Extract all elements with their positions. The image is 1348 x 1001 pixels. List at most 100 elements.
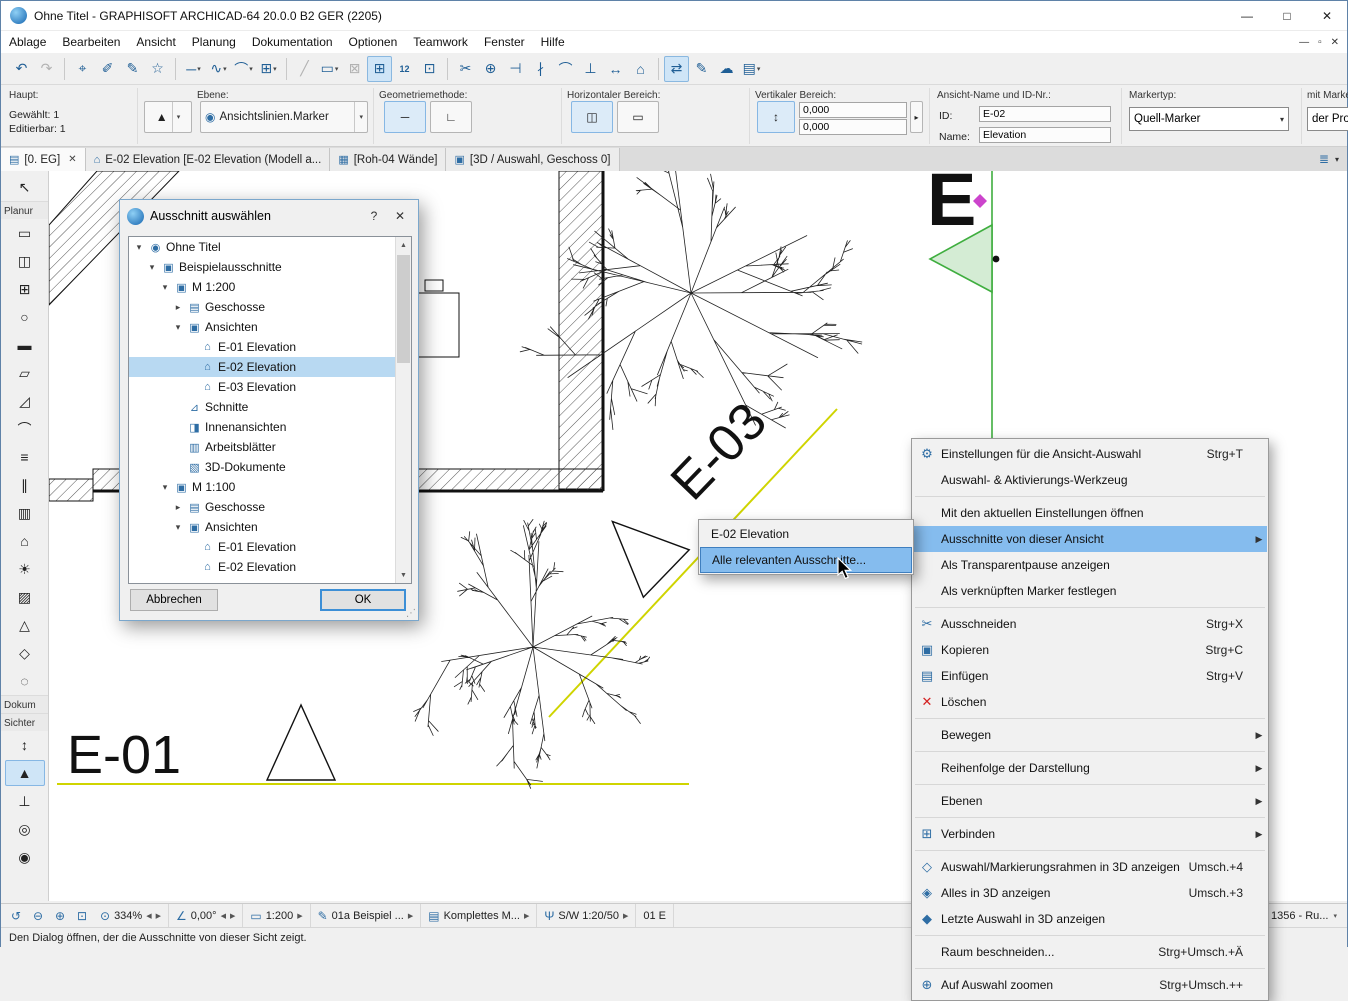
context-menu-item[interactable]: ⚙Einstellungen für die Ansicht-AuswahlSt… xyxy=(913,441,1267,467)
vertical-range-top-input[interactable] xyxy=(799,102,907,118)
roof-tools-button[interactable]: ⌂ xyxy=(628,56,653,82)
geometry-method-straight-button[interactable]: ─ xyxy=(384,101,426,133)
tree-item[interactable]: ▾▣Ansichten xyxy=(129,317,411,337)
maximize-button[interactable]: □ xyxy=(1267,1,1307,30)
section-marker-tool[interactable]: ⊥ xyxy=(5,788,45,814)
marquee-select-button[interactable]: ⌖ xyxy=(70,56,95,82)
context-menu-item[interactable]: Als Transparentpause anzeigen xyxy=(913,552,1267,578)
tree-expander-icon[interactable]: ▾ xyxy=(159,482,171,493)
resize-grip[interactable]: ⋰ xyxy=(406,608,416,619)
spline-options-button[interactable]: ⌒▾ xyxy=(231,56,256,82)
tab-item[interactable]: ▤[0. EG]✕ xyxy=(1,148,86,171)
marker-handle-dot[interactable] xyxy=(993,256,1000,263)
wall-tool[interactable]: ▭ xyxy=(5,220,45,246)
menu-fenster[interactable]: Fenster xyxy=(476,31,533,53)
morph-tool[interactable]: ◇ xyxy=(5,640,45,666)
redo-button[interactable]: ↷ xyxy=(34,56,59,82)
inject-parameters-button[interactable]: ✎ xyxy=(120,56,145,82)
annotate-button[interactable]: ✎ xyxy=(689,56,714,82)
submenu-item[interactable]: Alle relevanten Ausschnitte... xyxy=(700,547,912,573)
mesh-tool[interactable]: △ xyxy=(5,612,45,638)
polyline-options-button[interactable]: ∿▾ xyxy=(206,56,231,82)
scrollbar-thumb[interactable] xyxy=(397,255,410,363)
tree-item[interactable]: ⊿Schnitte xyxy=(129,397,411,417)
tree-item[interactable]: ⌂E-01 Elevation xyxy=(129,537,411,557)
context-menu-item[interactable]: Als verknüpften Marker festlegen xyxy=(913,578,1267,604)
split-tool-button[interactable]: ∤ xyxy=(528,56,553,82)
tab-item[interactable]: ▣[3D / Auswahl, Geschoss 0] xyxy=(446,148,619,171)
minimize-button[interactable]: — xyxy=(1227,1,1267,30)
context-menu-item[interactable]: ▤EinfügenStrg+V xyxy=(913,663,1267,689)
menu-hilfe[interactable]: Hilfe xyxy=(533,31,573,53)
door-tool[interactable]: ◫ xyxy=(5,248,45,274)
context-menu-item[interactable]: ◇Auswahl/Markierungsrahmen in 3D anzeige… xyxy=(913,854,1267,880)
tree-item[interactable]: ⌂E-02 Elevation xyxy=(129,557,411,577)
cloud-sync-button[interactable]: ☁ xyxy=(714,56,739,82)
zoom-in-icon[interactable]: ⊕ xyxy=(49,906,71,926)
menu-teamwork[interactable]: Teamwork xyxy=(405,31,476,53)
marker-ref-select[interactable]: der Pro xyxy=(1307,107,1348,131)
fillet-tool-button[interactable]: ⌒ xyxy=(553,56,578,82)
menu-dokumentation[interactable]: Dokumentation xyxy=(244,31,341,53)
tree-item[interactable]: ▾▣M 1:200 xyxy=(129,277,411,297)
tree-item[interactable]: ▧3D-Dokumente xyxy=(129,457,411,477)
tree-expander-icon[interactable]: ▸ xyxy=(172,502,184,513)
context-menu-item[interactable]: ✂AusschneidenStrg+X xyxy=(913,611,1267,637)
horizontal-range-infinite-button[interactable]: ▭ xyxy=(617,101,659,133)
tab-item[interactable]: ▦[Roh-04 Wände] xyxy=(330,148,446,171)
doc-minimize-icon[interactable]: — xyxy=(1299,37,1309,48)
stair-tool[interactable]: ≡ xyxy=(5,444,45,470)
vertical-range-button[interactable]: ↕ xyxy=(757,101,795,133)
scale-control[interactable]: ▭1:200▶ xyxy=(243,904,310,927)
column-tool[interactable]: ○ xyxy=(5,304,45,330)
context-menu-item[interactable]: ⊞Verbinden▶ xyxy=(913,821,1267,847)
grid-options-button[interactable]: ⊞▾ xyxy=(256,56,281,82)
doc-close-icon[interactable]: ✕ xyxy=(1331,37,1339,48)
element-lock-button[interactable]: ⊠ xyxy=(342,56,367,82)
context-menu-item[interactable]: Mit den aktuellen Einstellungen öffnen xyxy=(913,500,1267,526)
marker-type-select[interactable]: Quell-Marker ▾ xyxy=(1129,107,1289,131)
elevation-marker-e01[interactable] xyxy=(267,705,335,780)
undo-button[interactable]: ↶ xyxy=(9,56,34,82)
tree-expander-icon[interactable]: ▾ xyxy=(172,522,184,533)
zoom-out-icon[interactable]: ⊖ xyxy=(27,906,49,926)
context-menu-item[interactable]: Ebenen▶ xyxy=(913,788,1267,814)
dimension-style-control[interactable]: 01 E xyxy=(636,904,674,927)
context-menu-item[interactable]: ◆Letzte Auswahl in 3D anzeigen xyxy=(913,906,1267,932)
vertical-range-spin-button[interactable]: ▸ xyxy=(910,101,923,133)
scroll-up-icon[interactable]: ▲ xyxy=(396,237,411,253)
vertical-range-bottom-input[interactable] xyxy=(799,119,907,135)
zoom-marker-tool[interactable]: ↕ xyxy=(5,732,45,758)
zone-tool[interactable]: ▨ xyxy=(5,584,45,610)
menu-ablage[interactable]: Ablage xyxy=(1,31,54,53)
geometry-method-broken-button[interactable]: ∟ xyxy=(430,101,472,133)
tree-item[interactable]: ▾▣M 1:100 xyxy=(129,477,411,497)
view-id-input[interactable] xyxy=(979,106,1111,122)
dimension-units-button[interactable]: 12 xyxy=(392,56,417,82)
menu-planung[interactable]: Planung xyxy=(184,31,244,53)
context-menu-item[interactable]: Raum beschneiden...Strg+Umsch.+Ä xyxy=(913,939,1267,965)
tree-item[interactable]: ◨Innenansichten xyxy=(129,417,411,437)
tree-item[interactable]: ▸▤Geschosse xyxy=(129,497,411,517)
beam-tool[interactable]: ▬ xyxy=(5,332,45,358)
tree-expander-icon[interactable]: ▸ xyxy=(172,302,184,313)
tree-expander-icon[interactable]: ▾ xyxy=(172,322,184,333)
submenu-item[interactable]: E-02 Elevation xyxy=(700,521,912,547)
shape-options-button[interactable]: ▭▾ xyxy=(317,56,342,82)
tab-close-icon[interactable]: ✕ xyxy=(68,154,76,165)
tree-item[interactable]: ▾▣Ansichten xyxy=(129,517,411,537)
detail-marker-tool[interactable]: ◎ xyxy=(5,816,45,842)
pick-up-parameters-button[interactable]: ✐ xyxy=(95,56,120,82)
opening-tool[interactable]: ◌ xyxy=(5,668,45,694)
tree-expander-icon[interactable]: ▾ xyxy=(146,262,158,273)
cut-tool-button[interactable]: ✂ xyxy=(453,56,478,82)
layer-combination-control[interactable]: ▤Komplettes M...▶ xyxy=(421,904,537,927)
camera-marker-tool[interactable]: ◉ xyxy=(5,844,45,870)
orientation-control[interactable]: ∠0,00°◀▶ xyxy=(169,904,243,927)
doc-restore-icon[interactable]: ▫ xyxy=(1318,37,1322,48)
tree-item[interactable]: ⌂E-02 Elevation xyxy=(129,357,411,377)
adjust-tool-button[interactable]: ⊥ xyxy=(578,56,603,82)
menu-ansicht[interactable]: Ansicht xyxy=(128,31,183,53)
ok-button[interactable]: OK xyxy=(320,589,406,611)
roof-tool[interactable]: ◿ xyxy=(5,388,45,414)
